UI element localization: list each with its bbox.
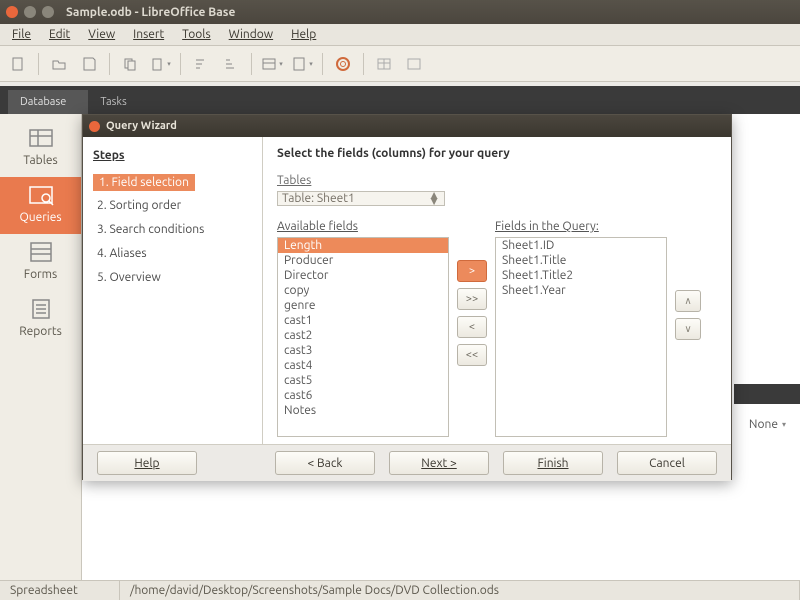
maximize-icon[interactable] [42,6,54,18]
move-down-button[interactable]: ∨ [675,318,701,340]
available-field-item[interactable]: Producer [278,253,448,268]
pane-tables[interactable]: Tables [0,120,81,177]
step-aliases[interactable]: 4. Aliases [93,244,252,263]
menu-insert[interactable]: Insert [125,26,172,43]
report-icon[interactable] [290,52,314,76]
close-icon[interactable] [6,6,18,18]
wizard-title: Query Wizard [106,120,177,132]
form-icon[interactable] [260,52,284,76]
remove-field-button[interactable]: < [457,316,487,338]
new-icon[interactable] [6,52,30,76]
menu-edit[interactable]: Edit [41,26,78,43]
tables-combo-value: Table: Sheet1 [282,192,355,205]
query-field-item[interactable]: Sheet1.Year [496,283,666,298]
available-field-item[interactable]: cast2 [278,328,448,343]
table2-icon[interactable] [402,52,426,76]
reports-icon [26,297,56,321]
step-search-conditions[interactable]: 3. Search conditions [93,220,252,239]
view-tabs: Database Tasks [0,86,800,114]
pane-queries[interactable]: Queries [0,177,81,234]
move-up-button[interactable]: ∧ [675,290,701,312]
window-title: Sample.odb - LibreOffice Base [66,6,235,19]
main-titlebar: Sample.odb - LibreOffice Base [0,0,800,24]
wizard-close-icon[interactable] [89,121,100,132]
step-overview[interactable]: 5. Overview [93,268,252,287]
tab-database[interactable]: Database [8,90,88,114]
available-fields-label: Available fields [277,220,449,233]
tables-combo[interactable]: Table: Sheet1 ▲▼ [277,191,445,206]
sort-asc-icon[interactable] [189,52,213,76]
secondary-tabstrip [734,384,800,404]
available-field-item[interactable]: copy [278,283,448,298]
add-field-button[interactable]: > [457,260,487,282]
toolbar [0,46,800,82]
available-field-item[interactable]: Length [278,238,448,253]
available-field-item[interactable]: Director [278,268,448,283]
forms-icon [26,240,56,264]
menu-help[interactable]: Help [283,26,324,43]
help-lifebuoy-icon[interactable] [331,52,355,76]
available-fields-list[interactable]: LengthProducerDirectorcopygenrecast1cast… [277,237,449,437]
next-button[interactable]: Next > [389,451,489,475]
query-field-item[interactable]: Sheet1.Title2 [496,268,666,283]
cancel-button[interactable]: Cancel [617,451,717,475]
tables-icon [26,126,56,150]
menu-tools[interactable]: Tools [174,26,219,43]
available-field-item[interactable]: cast3 [278,343,448,358]
menu-window[interactable]: Window [221,26,281,43]
statusbar: Spreadsheet /home/david/Desktop/Screensh… [0,580,800,600]
wizard-titlebar: Query Wizard [83,115,731,137]
reorder-buttons: ∧ ∨ [675,220,701,437]
add-all-button[interactable]: >> [457,288,487,310]
minimize-icon[interactable] [24,6,36,18]
menu-file[interactable]: File [4,26,39,43]
available-field-item[interactable]: cast5 [278,373,448,388]
query-field-item[interactable]: Sheet1.Title [496,253,666,268]
steps-header: Steps [93,149,252,162]
query-wizard-dialog: Query Wizard Steps 1. Field selection 2.… [82,114,732,480]
sort-desc-icon[interactable] [219,52,243,76]
query-fields-list[interactable]: Sheet1.IDSheet1.TitleSheet1.Title2Sheet1… [495,237,667,437]
tab-tasks[interactable]: Tasks [88,90,148,114]
available-field-item[interactable]: cast1 [278,313,448,328]
pane-reports[interactable]: Reports [0,291,81,348]
open-icon[interactable] [47,52,71,76]
available-field-item[interactable]: cast6 [278,388,448,403]
pane-forms[interactable]: Forms [0,234,81,291]
query-field-item[interactable]: Sheet1.ID [496,238,666,253]
available-field-item[interactable]: genre [278,298,448,313]
status-path: /home/david/Desktop/Screenshots/Sample D… [120,581,800,600]
queries-icon [26,183,56,207]
copy-icon[interactable] [118,52,142,76]
available-field-item[interactable]: Notes [278,403,448,418]
move-buttons: > >> < << [457,220,487,437]
finish-button[interactable]: Finish [503,451,603,475]
status-left: Spreadsheet [0,581,120,600]
tables-label: Tables [277,174,717,187]
menu-view[interactable]: View [80,26,123,43]
wizard-content: Select the fields (columns) for your que… [263,137,731,444]
preview-select[interactable]: None [749,418,786,431]
available-field-item[interactable]: cast4 [278,358,448,373]
menubar: File Edit View Insert Tools Window Help [0,24,800,46]
paste-icon[interactable] [148,52,172,76]
in-query-label: Fields in the Query: [495,220,667,233]
wizard-footer: Help < Back Next > Finish Cancel [83,445,731,481]
table-icon[interactable] [372,52,396,76]
steps-pane: Steps 1. Field selection 2. Sorting orde… [83,137,263,444]
step-field-selection[interactable]: 1. Field selection [93,174,195,191]
remove-all-button[interactable]: << [457,344,487,366]
help-button[interactable]: Help [97,451,197,475]
save-icon[interactable] [77,52,101,76]
wizard-heading: Select the fields (columns) for your que… [277,147,717,160]
spinner-icon: ▲▼ [428,193,440,205]
back-button[interactable]: < Back [275,451,375,475]
step-sorting-order[interactable]: 2. Sorting order [93,196,252,215]
database-pane: Tables Queries Forms Reports [0,114,82,580]
